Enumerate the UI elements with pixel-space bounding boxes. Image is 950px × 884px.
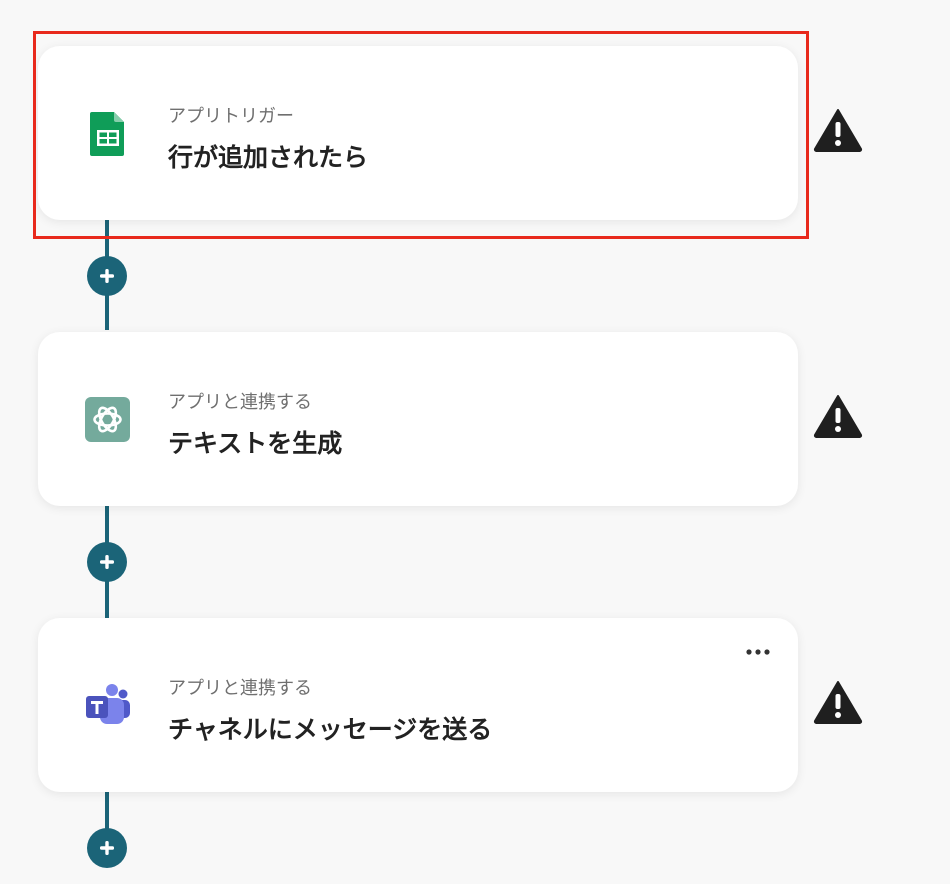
- google-sheets-icon: [84, 108, 132, 158]
- plus-icon: [100, 841, 114, 855]
- step-card-generate-text[interactable]: アプリと連携する テキストを生成: [38, 332, 798, 506]
- step-subtitle: アプリと連携する: [168, 678, 312, 699]
- warning-icon[interactable]: [813, 680, 863, 724]
- warning-icon[interactable]: [813, 108, 863, 152]
- add-step-button[interactable]: [87, 542, 127, 582]
- step-subtitle: アプリトリガー: [168, 106, 294, 127]
- step-card-send-message[interactable]: アプリと連携する チャネルにメッセージを送る: [38, 618, 798, 792]
- chatgpt-icon: [84, 394, 132, 444]
- add-step-button[interactable]: [87, 256, 127, 296]
- workflow-canvas: アプリトリガー 行が追加されたら アプリと連携する テキストを生成 アプリと連携…: [0, 0, 950, 884]
- plus-icon: [100, 555, 114, 569]
- ellipsis-icon: [746, 649, 770, 655]
- warning-icon[interactable]: [813, 394, 863, 438]
- step-subtitle: アプリと連携する: [168, 392, 312, 413]
- step-card-trigger[interactable]: アプリトリガー 行が追加されたら: [38, 46, 798, 220]
- step-title: 行が追加されたら: [168, 143, 369, 172]
- step-title: チャネルにメッセージを送る: [168, 715, 493, 744]
- add-step-button[interactable]: [87, 828, 127, 868]
- more-options-button[interactable]: [744, 642, 772, 662]
- plus-icon: [100, 269, 114, 283]
- step-title: テキストを生成: [168, 429, 343, 458]
- microsoft-teams-icon: [84, 680, 132, 730]
